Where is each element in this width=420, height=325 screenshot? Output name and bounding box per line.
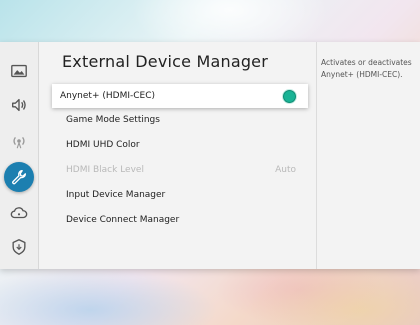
menu-item-input-device-manager[interactable]: Input Device Manager xyxy=(52,183,308,207)
menu-item-game-mode-settings[interactable]: Game Mode Settings xyxy=(52,108,308,132)
support-cloud-icon[interactable] xyxy=(6,200,32,226)
description-text: Activates or deactivates Anynet+ (HDMI-C… xyxy=(321,58,412,79)
settings-panel: External Device Manager Anynet+ (HDMI-CE… xyxy=(0,42,420,269)
anynet-toggle-indicator[interactable] xyxy=(283,89,296,103)
description-panel: Activates or deactivates Anynet+ (HDMI-C… xyxy=(316,42,420,269)
general-wrench-icon[interactable] xyxy=(4,162,34,192)
menu-item-label: Device Connect Manager xyxy=(66,215,180,225)
menu-item-label: HDMI Black Level xyxy=(66,165,144,175)
page-title: External Device Manager xyxy=(62,52,269,71)
privacy-shield-icon[interactable] xyxy=(6,234,32,260)
menu-item-label: HDMI UHD Color xyxy=(66,140,140,150)
menu-item-anynet[interactable]: Anynet+ (HDMI-CEC) xyxy=(52,84,308,108)
menu-item-label: Anynet+ (HDMI-CEC) xyxy=(60,91,156,101)
settings-icon-rail xyxy=(0,42,39,269)
picture-icon[interactable] xyxy=(6,58,32,84)
menu-item-label: Input Device Manager xyxy=(66,190,166,200)
menu-item-label: Game Mode Settings xyxy=(66,115,160,125)
broadcasting-icon[interactable] xyxy=(6,128,32,154)
sound-icon[interactable] xyxy=(6,92,32,118)
menu-item-device-connect-manager[interactable]: Device Connect Manager xyxy=(52,208,308,232)
menu-item-hdmi-black-level: HDMI Black Level Auto xyxy=(52,158,308,182)
menu-item-hdmi-uhd-color[interactable]: HDMI UHD Color xyxy=(52,133,308,157)
menu-item-value: Auto xyxy=(275,165,296,175)
